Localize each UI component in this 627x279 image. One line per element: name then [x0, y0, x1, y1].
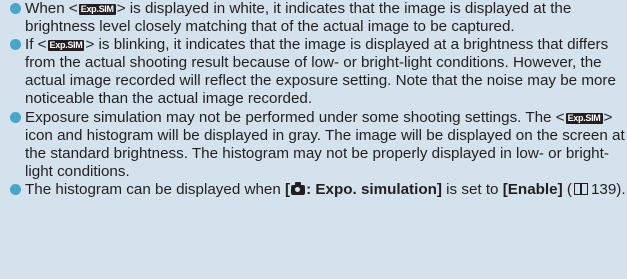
list-item: When < Exp.SIM > is displayed in white, it… [10, 0, 627, 36]
item-text: ( [562, 180, 572, 198]
list-item: The histogram can be displayed when [ : E… [10, 181, 627, 199]
bullet-icon [10, 39, 21, 51]
item-text: The histogram can be displayed when [25, 180, 286, 198]
item-text: When < [25, 0, 78, 17]
notes-list: When < Exp.SIM > is displayed in white, it… [0, 0, 627, 199]
setting-value: [Enable] [502, 180, 563, 198]
list-item: If < Exp.SIM > is blinking, it indicates t… [10, 36, 627, 108]
exp-sim-icon: Exp.SIM [78, 4, 116, 15]
menu-reference: [ : Expo. simulation] [285, 181, 442, 198]
exp-sim-icon: Exp.SIM [565, 112, 603, 124]
bullet-icon [10, 183, 21, 195]
list-item: Exposure simulation may not be performed… [10, 109, 627, 181]
camera-icon [291, 181, 306, 195]
page-reference[interactable]: 139 [591, 181, 616, 198]
menu-name: : Expo. simulation] [306, 180, 442, 198]
bullet-icon [10, 3, 21, 14]
bullet-icon [10, 111, 21, 123]
item-text: > is blinking, it indicates that the ima… [25, 36, 616, 108]
item-text: ). [616, 180, 626, 198]
exp-sim-icon: Exp.SIM [47, 40, 85, 52]
item-text: If < [25, 36, 47, 54]
item-text: Exposure simulation may not be performed… [25, 108, 565, 126]
book-icon [573, 182, 588, 195]
menu-bracket: [ [285, 180, 291, 198]
item-text: is set to [441, 180, 503, 198]
